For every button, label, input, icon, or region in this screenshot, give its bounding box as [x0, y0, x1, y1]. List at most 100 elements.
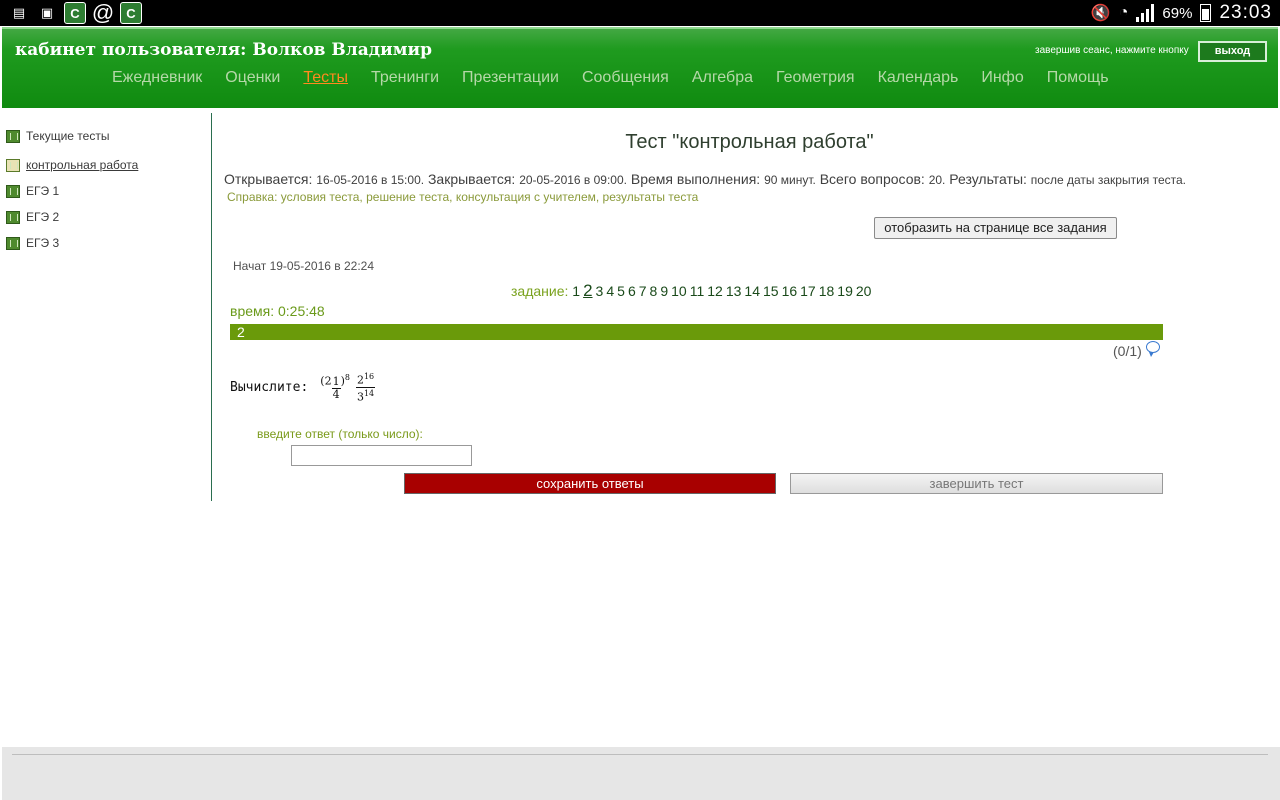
- task-link-20[interactable]: 20: [856, 283, 872, 299]
- task-link-4[interactable]: 4: [606, 283, 614, 299]
- task-link-9[interactable]: 9: [660, 283, 668, 299]
- sidebar-item-current-tests[interactable]: Текущие тесты: [6, 127, 109, 145]
- sidebar-item-label: ЕГЭ 1: [26, 184, 60, 198]
- save-answers-button[interactable]: сохранить ответы: [404, 473, 776, 494]
- task-link-12[interactable]: 12: [707, 283, 723, 299]
- book-icon: [6, 236, 20, 250]
- logout-button[interactable]: выход: [1198, 41, 1267, 62]
- nav-grades[interactable]: Оценки: [225, 69, 280, 87]
- android-status-bar: ▤ ▣ C @ C 🔇 ◔ 69% 23:03: [0, 0, 1280, 26]
- book-icon: [6, 210, 20, 224]
- mute-icon: 🔇: [1090, 5, 1111, 22]
- timer: время: 0:25:48: [230, 303, 325, 319]
- test-info: Открывается: 16-05-2016 в 15:00. Закрыва…: [224, 171, 1186, 187]
- task-link-10[interactable]: 10: [671, 283, 687, 299]
- clock: 23:03: [1219, 2, 1272, 23]
- book-icon: [6, 129, 20, 143]
- nav-diary[interactable]: Ежедневник: [112, 69, 202, 87]
- task-link-2[interactable]: 2: [583, 281, 592, 300]
- page-title: кабинет пользователя: Волков Владимир: [15, 40, 432, 60]
- question-header-bar: 2: [230, 324, 1163, 340]
- help-link-conditions[interactable]: условия теста: [281, 190, 360, 204]
- started-time: Начат 19-05-2016 в 22:24: [233, 259, 375, 273]
- task-link-17[interactable]: 17: [800, 283, 816, 299]
- sidebar-item-label[interactable]: контрольная работа: [26, 158, 138, 172]
- task-link-14[interactable]: 14: [744, 283, 760, 299]
- duration-label: Время выполнения:: [630, 171, 761, 187]
- sidebar-item-label: Текущие тесты: [26, 129, 110, 143]
- image-notification-icon: ▣: [40, 5, 54, 20]
- nav-presentations[interactable]: Презентации: [462, 69, 559, 87]
- help-link-results[interactable]: результаты теста: [603, 190, 699, 204]
- closes-value: 20-05-2016 в 09:00.: [519, 173, 627, 187]
- task-link-13[interactable]: 13: [726, 283, 742, 299]
- bottom-divider: [12, 754, 1268, 755]
- nav-tests[interactable]: Тесты: [303, 69, 348, 87]
- score-value: (0/1): [1113, 343, 1142, 359]
- battery-percent: 69%: [1162, 4, 1193, 22]
- task-link-11[interactable]: 11: [690, 283, 705, 299]
- sidebar-item-label: ЕГЭ 3: [26, 236, 60, 250]
- nav-calendar[interactable]: Календарь: [878, 69, 959, 87]
- closes-label: Закрывается:: [427, 171, 516, 187]
- nav-help[interactable]: Помощь: [1047, 69, 1109, 87]
- bottom-panel: [2, 746, 1280, 800]
- task-link-1[interactable]: 1: [572, 283, 580, 299]
- question-formula: (2 1 4)8 216 314: [320, 372, 376, 404]
- sidebar-item-ege-1[interactable]: ЕГЭ 1: [6, 182, 59, 200]
- test-title: Тест "контрольная работа": [625, 131, 874, 153]
- task-link-7[interactable]: 7: [639, 283, 647, 299]
- book-icon: [6, 184, 20, 198]
- nav-geometry[interactable]: Геометрия: [776, 69, 855, 87]
- nav-messages[interactable]: Сообщения: [582, 69, 669, 87]
- question-body: Вычислите: (2 1 4)8 216 314: [230, 371, 376, 404]
- questions-label: Всего вопросов:: [819, 171, 925, 187]
- signal-icon: [1136, 4, 1155, 22]
- opens-value: 16-05-2016 в 15:00.: [316, 173, 425, 187]
- task-link-18[interactable]: 18: [819, 283, 835, 299]
- email-at-icon: @: [91, 0, 115, 25]
- results-value: после даты закрытия теста.: [1030, 173, 1187, 187]
- comment-bubble-icon[interactable]: [1145, 341, 1160, 357]
- task-link-16[interactable]: 16: [782, 283, 798, 299]
- task-navigator: задание: 1 2 3 4 5 6 7 8 9 10 11 12 13 14 15 16 17 18 19 20: [511, 281, 874, 301]
- help-link-solution[interactable]: решение теста: [366, 190, 449, 204]
- app-c-icon: C: [64, 2, 86, 24]
- opens-label: Открывается:: [224, 171, 313, 187]
- notification-icons: ▤ ▣ C @ C: [8, 0, 142, 25]
- tasks-label: задание:: [511, 283, 569, 299]
- sidebar-item-ege-3[interactable]: ЕГЭ 3: [6, 234, 59, 252]
- nav-algebra[interactable]: Алгебра: [692, 69, 753, 87]
- task-link-5[interactable]: 5: [617, 283, 625, 299]
- sidebar-item-ege-2[interactable]: ЕГЭ 2: [6, 208, 59, 226]
- task-link-8[interactable]: 8: [650, 283, 658, 299]
- task-link-6[interactable]: 6: [628, 283, 636, 299]
- help-link-consultation[interactable]: консультация с учителем: [456, 190, 596, 204]
- main-nav: Ежедневник Оценки Тесты Тренинги Презент…: [112, 69, 1132, 87]
- task-link-3[interactable]: 3: [596, 283, 604, 299]
- sidebar-divider: [211, 113, 212, 501]
- open-book-icon: [6, 158, 20, 172]
- finish-test-button[interactable]: завершить тест: [790, 473, 1163, 494]
- app-c-icon-2: C: [120, 2, 142, 24]
- help-links: Справка: условия теста, решение теста, к…: [227, 190, 699, 204]
- nav-info[interactable]: Инфо: [981, 69, 1023, 87]
- answer-input[interactable]: [291, 445, 472, 466]
- nav-trainings[interactable]: Тренинги: [371, 69, 439, 87]
- question-score: (0/1): [1113, 341, 1160, 359]
- task-link-19[interactable]: 19: [837, 283, 853, 299]
- logout-hint: завершив сеанс, нажмите кнопку: [1035, 45, 1189, 56]
- battery-icon: [1200, 4, 1212, 22]
- help-label: Справка:: [227, 190, 278, 204]
- sim-notification-icon: ▤: [12, 5, 26, 20]
- results-label: Результаты:: [949, 171, 1027, 187]
- show-all-tasks-button[interactable]: отобразить на странице все задания: [874, 217, 1117, 239]
- task-link-15[interactable]: 15: [763, 283, 779, 299]
- sidebar-item-label: ЕГЭ 2: [26, 210, 60, 224]
- answer-label: введите ответ (только число):: [257, 427, 423, 441]
- site-header: кабинет пользователя: Волков Владимир за…: [2, 27, 1278, 108]
- wifi-icon: ◔: [1118, 4, 1129, 21]
- system-indicators: 🔇 ◔ 69% 23:03: [1091, 2, 1272, 24]
- sidebar-item-control-work[interactable]: контрольная работа: [6, 156, 138, 174]
- questions-value: 20.: [928, 173, 946, 187]
